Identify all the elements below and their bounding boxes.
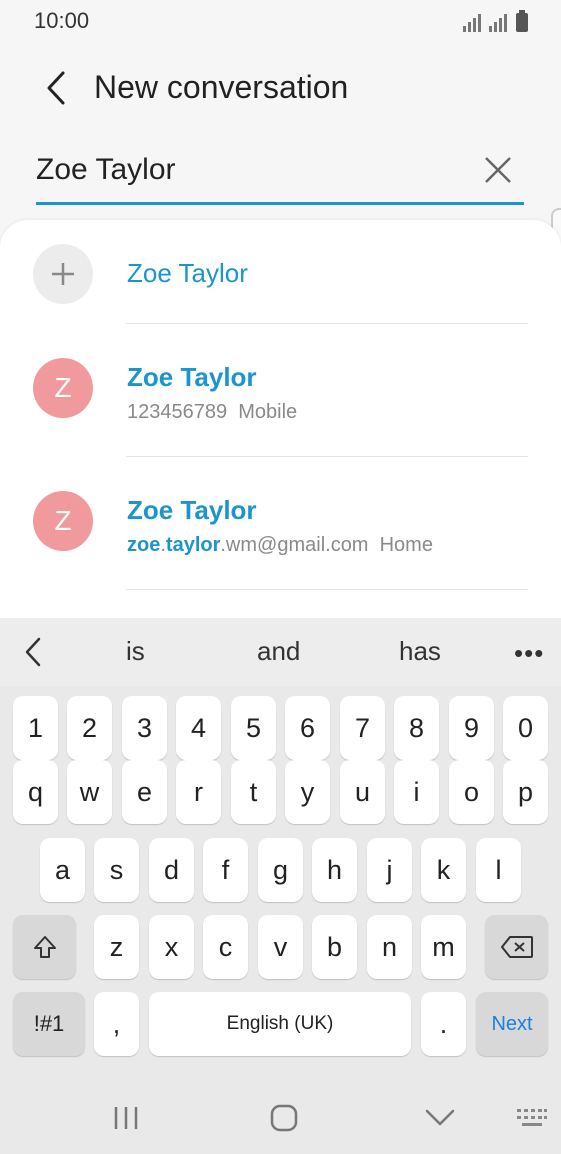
key-f[interactable]: f (203, 838, 248, 902)
key-4[interactable]: 4 (176, 696, 221, 760)
key-5[interactable]: 5 (231, 696, 276, 760)
battery-icon (516, 10, 528, 32)
navigation-bar (0, 1080, 561, 1154)
clear-search-button[interactable] (480, 152, 516, 188)
key-q[interactable]: q (13, 760, 58, 824)
key-v[interactable]: v (258, 915, 303, 979)
status-time: 10:00 (34, 8, 90, 33)
key-b[interactable]: b (312, 915, 357, 979)
hide-keyboard-button[interactable] (418, 1098, 462, 1138)
key-y[interactable]: y (285, 760, 330, 824)
backspace-icon (500, 936, 533, 958)
keyboard: is and has ••• 1 2 3 4 5 6 7 8 9 0 q w e… (0, 618, 561, 1154)
suggestion-word[interactable]: has (399, 636, 441, 667)
avatar: Z (33, 358, 93, 418)
key-7[interactable]: 7 (340, 696, 385, 760)
suggestion-word[interactable]: and (257, 636, 300, 667)
comma-key[interactable]: , (94, 992, 139, 1056)
space-key[interactable]: English (UK) (149, 992, 411, 1056)
key-2[interactable]: 2 (67, 696, 112, 760)
key-k[interactable]: k (421, 838, 466, 902)
add-recipient-row[interactable]: Zoe Taylor (0, 220, 561, 324)
contact-number: 123456789 (127, 401, 228, 423)
chevron-left-icon (47, 71, 65, 105)
key-j[interactable]: j (367, 838, 412, 902)
close-icon (485, 157, 511, 183)
keyboard-icon (517, 1109, 547, 1126)
key-h[interactable]: h (312, 838, 357, 902)
key-x[interactable]: x (149, 915, 194, 979)
key-s[interactable]: s (94, 838, 139, 902)
search-results: Zoe Taylor Z Zoe Taylor 123456789 Mobile… (0, 220, 561, 640)
recipient-search (36, 140, 524, 205)
signal-icon (463, 14, 481, 32)
key-w[interactable]: w (67, 760, 112, 824)
page-title: New conversation (94, 69, 349, 105)
key-a[interactable]: a (40, 838, 85, 902)
home-icon (270, 1104, 298, 1132)
next-key[interactable]: Next (476, 992, 548, 1056)
contact-result[interactable]: Z Zoe Taylor zoe.taylor.wm@gmail.com Hom… (0, 457, 561, 589)
keyboard-switch-button[interactable] (512, 1098, 552, 1138)
key-g[interactable]: g (258, 838, 303, 902)
key-r[interactable]: r (176, 760, 221, 824)
status-bar: 10:00 (0, 0, 561, 42)
contact-name: Zoe Taylor (127, 362, 257, 392)
backspace-key[interactable] (485, 915, 548, 979)
contact-name: Zoe Taylor (127, 495, 257, 525)
recent-apps-icon (114, 1107, 138, 1129)
key-t[interactable]: t (231, 760, 276, 824)
chevron-down-icon (425, 1109, 455, 1126)
suggestion-bar: is and has ••• (0, 618, 561, 686)
key-8[interactable]: 8 (394, 696, 439, 760)
app-header: New conversation (0, 52, 561, 124)
contact-detail: 123456789 Mobile (127, 401, 297, 424)
shift-key[interactable] (13, 915, 76, 979)
period-key[interactable]: . (421, 992, 466, 1056)
key-3[interactable]: 3 (122, 696, 167, 760)
key-o[interactable]: o (449, 760, 494, 824)
key-n[interactable]: n (367, 915, 412, 979)
contact-type: Mobile (238, 401, 298, 423)
add-recipient-name: Zoe Taylor (127, 258, 248, 288)
shift-icon (33, 936, 56, 958)
email-rest: .wm@gmail.com (220, 534, 369, 556)
avatar: Z (33, 491, 93, 551)
contact-detail: zoe.taylor.wm@gmail.com Home (127, 534, 433, 557)
suggestion-word[interactable]: is (126, 636, 145, 667)
key-z[interactable]: z (94, 915, 139, 979)
back-button[interactable] (36, 66, 76, 110)
key-c[interactable]: c (203, 915, 248, 979)
suggestion-back-button[interactable] (18, 634, 48, 670)
contact-result[interactable]: Z Zoe Taylor 123456789 Mobile (0, 324, 561, 456)
email-match: taylor (165, 534, 221, 556)
key-l[interactable]: l (476, 838, 521, 902)
status-icons (463, 10, 529, 32)
divider (126, 589, 528, 590)
contact-type: Home (379, 534, 433, 556)
key-m[interactable]: m (421, 915, 466, 979)
key-e[interactable]: e (122, 760, 167, 824)
add-icon (33, 244, 93, 304)
recent-apps-button[interactable] (104, 1098, 148, 1138)
key-u[interactable]: u (340, 760, 385, 824)
key-1[interactable]: 1 (13, 696, 58, 760)
recipient-search-input[interactable] (36, 148, 456, 192)
key-9[interactable]: 9 (449, 696, 494, 760)
signal-icon (489, 14, 507, 32)
more-options-icon[interactable]: ••• (514, 638, 544, 669)
key-6[interactable]: 6 (285, 696, 330, 760)
key-i[interactable]: i (394, 760, 439, 824)
home-button[interactable] (262, 1098, 306, 1138)
key-0[interactable]: 0 (503, 696, 548, 760)
email-match: zoe (127, 534, 161, 556)
symbols-key[interactable]: !#1 (13, 992, 85, 1056)
key-p[interactable]: p (503, 760, 548, 824)
chevron-left-icon (25, 637, 41, 667)
key-d[interactable]: d (149, 838, 194, 902)
